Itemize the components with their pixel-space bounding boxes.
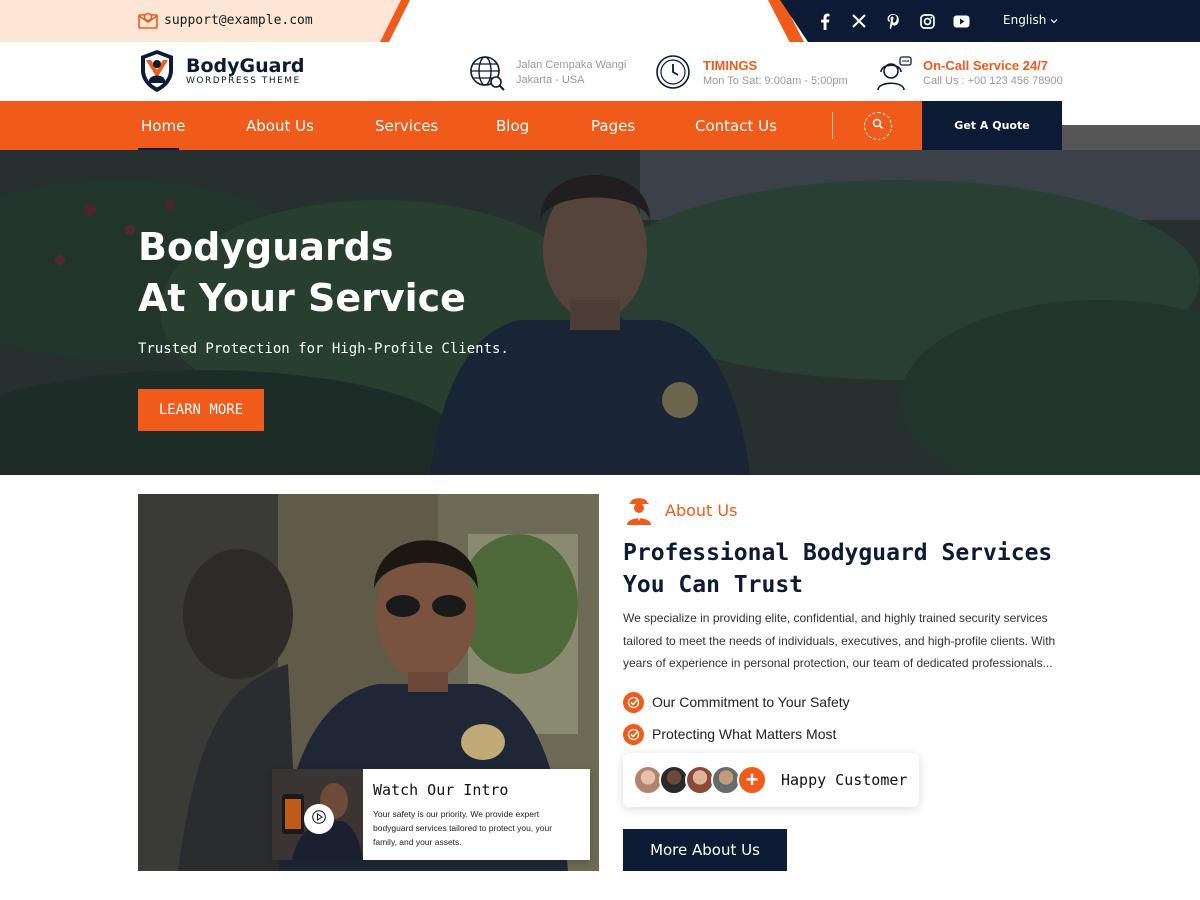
header-timings: TIMINGS Mon To Sat: 9:00am - 5:00pm (655, 54, 848, 92)
hero-title-line-1: Bodyguards (138, 225, 394, 269)
happy-customer-badge: + Happy Customer (623, 753, 919, 807)
about-heading: Professional Bodyguard Services You Can … (623, 540, 1053, 598)
nav-bar-bg (0, 101, 922, 150)
checklist-item: Protecting What Matters Most (623, 718, 850, 750)
hero-banner: Bodyguards At Your Service Trusted Prote… (0, 150, 1200, 475)
x-icon[interactable] (850, 12, 868, 30)
happy-customer-label: Happy Customer (781, 771, 908, 789)
oncall-phone[interactable]: Call Us : +00 123 456 78900 (923, 74, 1063, 89)
watch-intro-card[interactable]: Watch Our Intro Your safety is our prior… (272, 769, 590, 860)
nav-item-pages[interactable]: Pages (591, 117, 635, 135)
support-email-link[interactable]: support@example.com (138, 11, 313, 29)
instagram-icon[interactable] (918, 12, 936, 30)
search-icon (872, 117, 884, 135)
address-line-1: Jalan Cempaka Wangi (516, 59, 627, 71)
header-address: Jalan Cempaka Wangi Jakarta - USA (468, 54, 626, 92)
more-about-us-button[interactable]: More About Us (623, 829, 787, 871)
hero-title: Bodyguards At Your Service (138, 222, 466, 324)
about-us-label: About Us (665, 500, 738, 520)
envelope-icon (138, 11, 158, 29)
check-badge-icon (623, 691, 644, 713)
nav-item-services[interactable]: Services (375, 117, 438, 135)
support-email-text: support@example.com (164, 12, 313, 28)
social-links (816, 12, 970, 30)
site-logo[interactable]: BodyGuard WORDPRESS THEME (138, 48, 304, 94)
pinterest-icon[interactable] (884, 12, 902, 30)
intro-text: Watch Our Intro Your safety is our prior… (363, 769, 583, 860)
guard-officer-icon (623, 494, 655, 526)
chevron-down-icon (1050, 13, 1058, 27)
youtube-icon[interactable] (952, 12, 970, 30)
intro-title: Watch Our Intro (373, 781, 509, 799)
shield-logo-icon (141, 50, 173, 92)
learn-more-button[interactable]: LEARN MORE (138, 389, 264, 431)
header-oncall: On-Call Service 24/7 Call Us : +00 123 4… (875, 54, 1063, 92)
address-line-2: Jakarta - USA (516, 74, 585, 86)
nav-item-contact-us[interactable]: Contact Us (695, 117, 777, 135)
oncall-title: On-Call Service 24/7 (923, 57, 1049, 73)
plus-icon[interactable]: + (737, 765, 767, 795)
timings-line: Mon To Sat: 9:00am - 5:00pm (703, 74, 848, 87)
brand-tagline: WORDPRESS THEME (186, 76, 301, 86)
check-badge-icon (623, 723, 644, 745)
get-a-quote-button[interactable]: Get A Quote (922, 101, 1062, 150)
about-paragraph: We specialize in providing elite, confid… (623, 611, 1056, 670)
brand-name: BodyGuard (186, 55, 305, 77)
globe-location-icon (468, 54, 506, 92)
hero-subtitle: Trusted Protection for High-Profile Clie… (138, 341, 509, 357)
intro-description: Your safety is our priority. We provide … (373, 809, 553, 847)
play-icon (312, 809, 326, 829)
nav-item-home[interactable]: Home (137, 117, 185, 151)
support-agent-icon (875, 54, 913, 92)
search-button[interactable] (864, 112, 892, 140)
timings-title: TIMINGS (703, 57, 758, 73)
checklist-label: Our Commitment to Your Safety (652, 694, 850, 710)
checklist-item: Our Commitment to Your Safety (623, 686, 850, 718)
language-selector[interactable]: English (1003, 13, 1058, 27)
brand-text: BodyGuard WORDPRESS THEME (186, 56, 304, 86)
about-us-tag: About Us (623, 494, 737, 526)
clock-icon (655, 54, 693, 92)
nav-item-about-us[interactable]: About Us (246, 117, 314, 135)
about-checklist: Our Commitment to Your Safety Protecting… (623, 686, 850, 750)
customer-avatars: + (633, 765, 767, 795)
intro-video-thumbnail[interactable] (272, 769, 363, 860)
site-header: BodyGuard WORDPRESS THEME Jalan Cempaka … (0, 42, 1200, 102)
nav-item-blog[interactable]: Blog (496, 117, 529, 135)
checklist-label: Protecting What Matters Most (652, 726, 837, 742)
hero-title-line-2: At Your Service (138, 276, 466, 320)
main-nav: Home About Us Services Blog Pages Contac… (0, 101, 1200, 151)
top-bar: support@example.com English (0, 0, 1200, 42)
nav-right-strip (1062, 125, 1200, 150)
facebook-icon[interactable] (816, 12, 834, 30)
language-label: English (1003, 13, 1047, 27)
play-button[interactable] (304, 804, 334, 834)
nav-divider (832, 112, 833, 139)
